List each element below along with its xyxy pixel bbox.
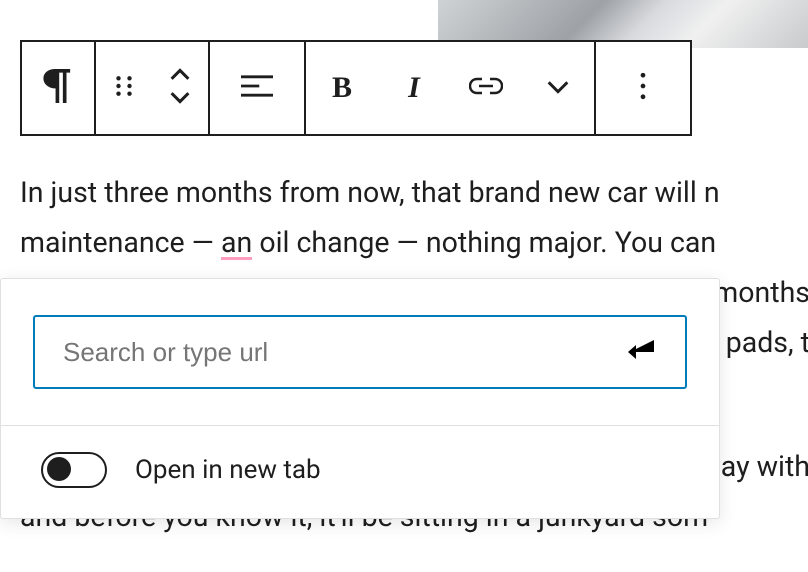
text-fragment: months	[713, 268, 808, 318]
more-vertical-icon	[638, 72, 648, 104]
move-up-down-button[interactable]	[152, 42, 208, 134]
text-line: maintenance —	[20, 226, 221, 259]
paragraph-icon	[43, 69, 73, 107]
enter-icon	[624, 338, 656, 366]
open-new-tab-toggle[interactable]	[41, 452, 107, 488]
toggle-knob	[47, 457, 71, 481]
link-popover: Open in new tab	[0, 278, 720, 519]
italic-button[interactable]: I	[378, 42, 450, 134]
more-rich-text-button[interactable]	[522, 42, 594, 134]
submit-link-button[interactable]	[623, 335, 657, 369]
drag-handle-button[interactable]	[96, 42, 152, 134]
spellcheck-word[interactable]: an	[221, 226, 252, 260]
url-input[interactable]	[63, 337, 623, 368]
text-fragment: pads, t	[726, 318, 808, 368]
link-button[interactable]	[450, 42, 522, 134]
bold-button[interactable]: B	[306, 42, 378, 134]
link-icon	[469, 76, 503, 100]
url-field-wrapper	[33, 315, 687, 389]
text-line: In just three months from now, that bran…	[20, 176, 720, 209]
bold-icon: B	[332, 71, 352, 105]
drag-handle-icon	[113, 75, 135, 101]
align-button[interactable]	[210, 42, 304, 134]
paragraph-block[interactable]: In just three months from now, that bran…	[20, 168, 808, 268]
chevron-down-icon	[546, 79, 570, 98]
open-new-tab-label: Open in new tab	[135, 455, 321, 485]
align-left-icon	[241, 74, 273, 102]
block-options-button[interactable]	[596, 42, 690, 134]
chevron-up-down-icon	[167, 68, 193, 108]
italic-icon: I	[408, 71, 420, 105]
block-toolbar: B I	[20, 40, 692, 136]
block-type-paragraph-button[interactable]	[22, 42, 94, 134]
text-line: oil change — nothing major. You can	[252, 226, 716, 259]
